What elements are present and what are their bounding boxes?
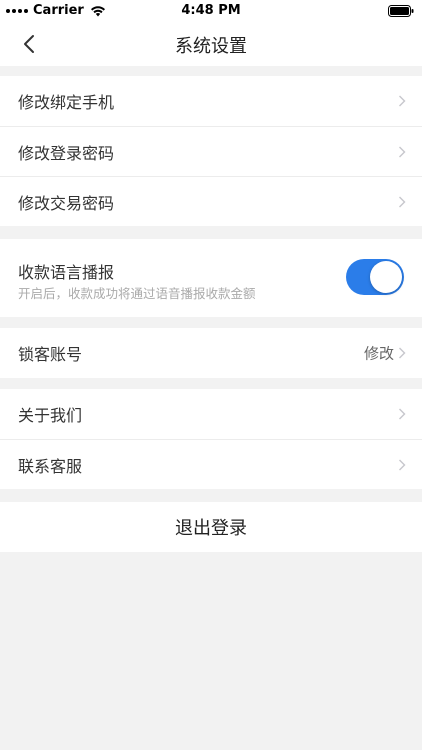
voice-broadcast-group: 收款语言播报 开启后，收款成功将通过语音播报收款金额 [0, 239, 422, 317]
change-login-password-row[interactable]: 修改登录密码 [0, 126, 422, 176]
voice-broadcast-description: 开启后，收款成功将通过语音播报收款金额 [18, 286, 256, 301]
status-time: 4:48 PM [181, 3, 241, 18]
change-trade-password-label: 修改交易密码 [18, 193, 115, 213]
chevron-right-icon [399, 95, 406, 107]
change-phone-label: 修改绑定手机 [18, 93, 115, 112]
account-settings-group: 修改绑定手机 修改登录密码 修改交易密码 [0, 76, 422, 226]
lock-account-row[interactable]: 锁客账号 修改 [0, 328, 422, 378]
page-title: 系统设置 [175, 36, 247, 57]
contact-support-label: 联系客服 [18, 456, 83, 476]
lock-account-label: 锁客账号 [18, 345, 83, 364]
status-bar: Carrier 4:48 PM [0, 0, 422, 22]
settings-screen: Carrier 4:48 PM 系统设置 修改绑定手机 修改登录密码 修改交易密… [0, 0, 422, 750]
change-phone-row[interactable]: 修改绑定手机 [0, 76, 422, 126]
chevron-right-icon [399, 196, 406, 207]
about-us-label: 关于我们 [18, 406, 83, 425]
lock-account-group: 锁客账号 修改 [0, 328, 422, 378]
change-trade-password-row[interactable]: 修改交易密码 [0, 176, 422, 226]
navigation-bar: 系统设置 [0, 22, 422, 66]
change-login-password-label: 修改登录密码 [18, 143, 115, 163]
voice-broadcast-toggle[interactable] [346, 259, 404, 295]
chevron-right-icon [399, 146, 406, 157]
lock-account-edit-text: 修改 [363, 344, 394, 363]
about-group: 关于我们 联系客服 [0, 389, 422, 489]
voice-broadcast-title: 收款语言播报 [18, 263, 115, 282]
contact-support-row[interactable]: 联系客服 [0, 439, 422, 489]
battery-icon [388, 5, 414, 17]
chevron-right-icon [399, 459, 406, 470]
logout-button[interactable]: 退出登录 [0, 502, 422, 552]
about-us-row[interactable]: 关于我们 [0, 389, 422, 439]
toggle-knob [370, 261, 402, 293]
chevron-right-icon [399, 347, 406, 359]
voice-broadcast-row: 收款语言播报 开启后，收款成功将通过语音播报收款金额 [0, 239, 422, 317]
chevron-right-icon [399, 408, 406, 420]
